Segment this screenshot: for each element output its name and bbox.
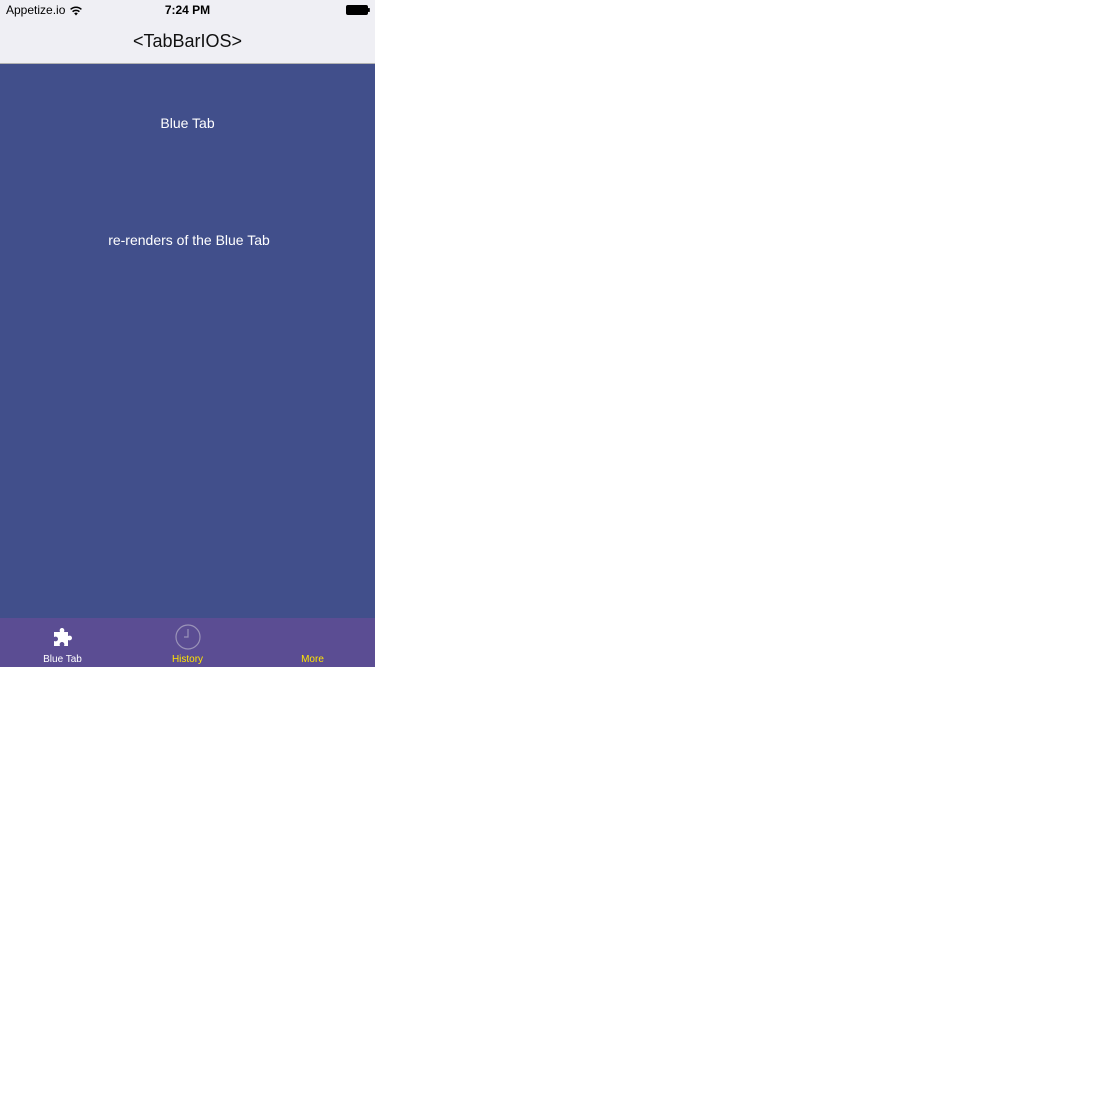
- status-time: 7:24 PM: [164, 3, 211, 17]
- clock-icon: [174, 624, 201, 650]
- tab-bar: Blue Tab History More: [0, 618, 375, 667]
- nav-title: <TabBarIOS>: [132, 31, 243, 51]
- status-bar: Appetize.io 7:24 PM: [0, 0, 375, 20]
- tab-heading: Blue Tab: [160, 115, 215, 131]
- tab-label-more: More: [301, 654, 324, 665]
- tab-more[interactable]: More: [250, 618, 375, 667]
- tab-label-blue-tab: Blue Tab: [43, 654, 82, 665]
- battery-icon: [346, 5, 370, 15]
- puzzle-piece-icon: [53, 628, 72, 646]
- tab-history[interactable]: History: [125, 618, 250, 667]
- blue-tab-content: Blue Tab re-renders of the Blue Tab: [0, 64, 375, 618]
- phone-screen: Appetize.io 7:24 PM <TabBarIOS> Blue Tab…: [0, 0, 375, 667]
- tab-label-history: History: [171, 654, 204, 665]
- rerender-count-text: re-renders of the Blue Tab: [108, 232, 270, 248]
- tab-blue-tab[interactable]: Blue Tab: [0, 618, 125, 667]
- navigation-bar: <TabBarIOS>: [0, 20, 375, 64]
